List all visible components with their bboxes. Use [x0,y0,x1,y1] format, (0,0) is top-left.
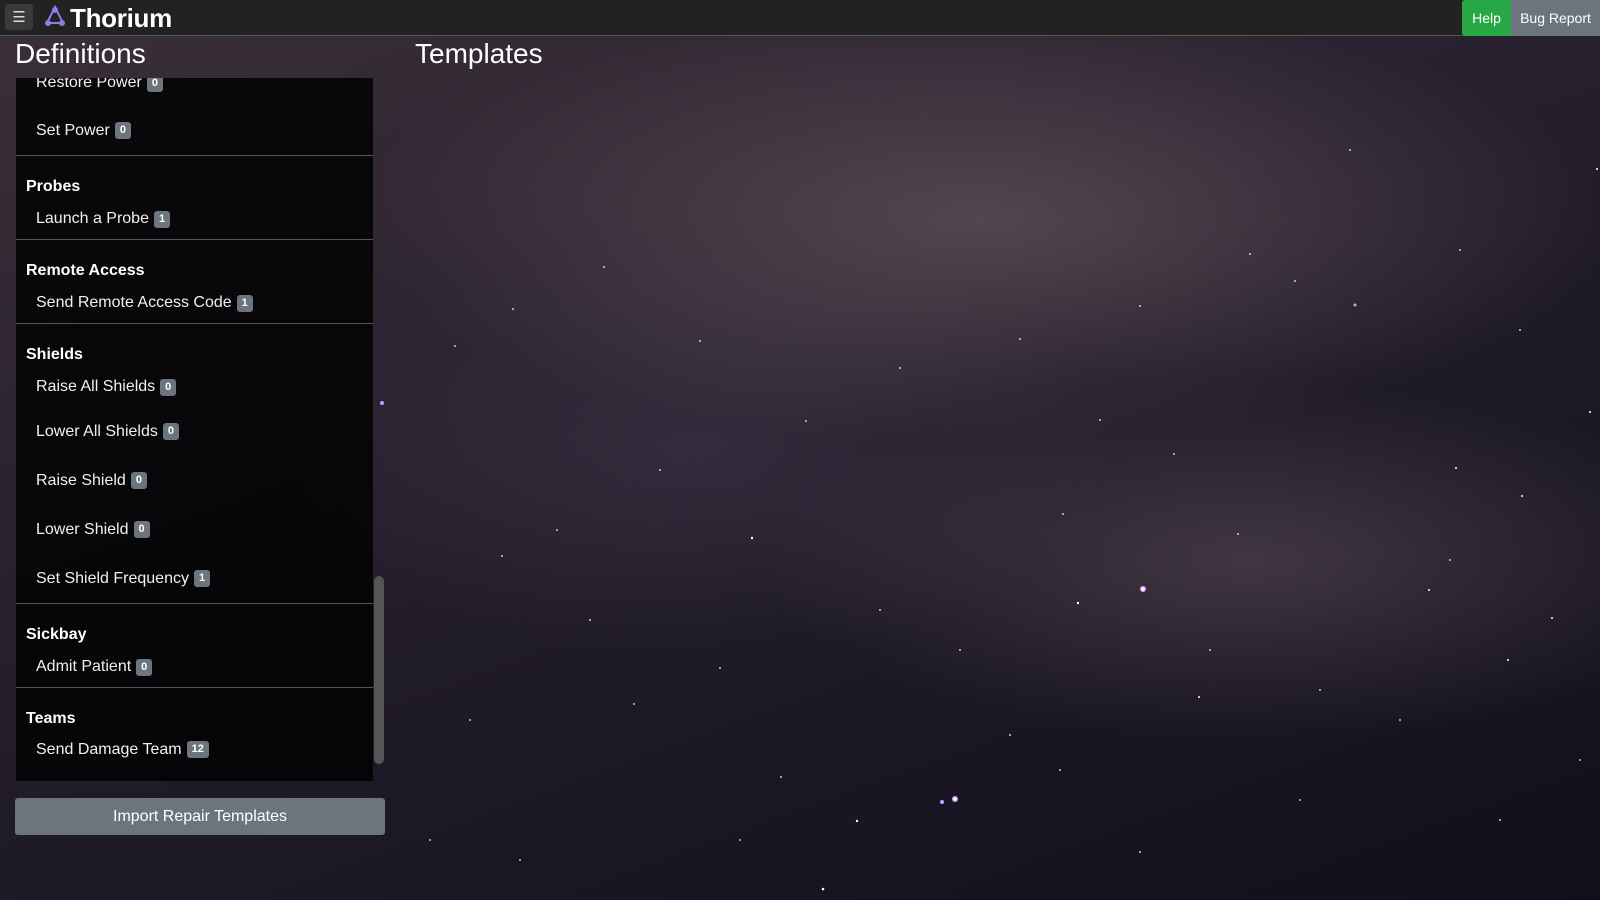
definition-item-label: Raise Shield [36,471,126,489]
help-button[interactable]: Help [1462,0,1511,36]
definition-group: Teams Send Damage Team 12 [16,688,373,781]
definition-group: Remote Access Send Remote Access Code 1 [16,240,373,324]
definition-group: Shields Raise All Shields 0 Lower All Sh… [16,324,373,604]
definition-item[interactable]: Restore Power 0 [16,78,373,106]
list-scrollbar-thumb[interactable] [374,576,384,764]
templates-title: Templates [415,38,543,69]
menu-button[interactable]: ☰ [5,4,33,30]
definition-group: Sickbay Admit Patient 0 [16,604,373,688]
count-badge: 0 [160,378,177,396]
definitions-list[interactable]: Restore Power 0 Set Power 0 Probes Launc… [16,78,373,781]
definition-item[interactable]: Lower Shield 0 [16,505,373,554]
group-header-probes: Probes [26,178,81,195]
definition-item-label: Lower All Shields [36,422,158,440]
bug-report-button[interactable]: Bug Report [1511,0,1600,36]
definition-item-label: Raise All Shields [36,378,156,395]
count-badge: 1 [153,210,171,228]
definition-item[interactable]: Send Damage Team 12 [16,731,373,781]
definition-item[interactable]: Set Power 0 [16,106,373,155]
definition-group: Restore Power 0 Set Power 0 [16,78,373,156]
top-navbar: ☰ Thorium Help Bug Report [0,0,1600,36]
definition-item[interactable]: Raise Shield 0 [16,456,373,505]
count-badge: 12 [186,741,209,758]
import-repair-templates-button[interactable]: Import Repair Templates [15,798,385,835]
definition-item[interactable]: Admit Patient 0 [16,647,373,687]
definition-item[interactable]: Set Shield Frequency 1 [16,554,373,603]
count-badge: 1 [193,570,211,587]
definition-item-label: Restore Power [36,78,142,91]
hamburger-icon: ☰ [12,9,26,26]
definition-item-label: Set Power [36,121,110,139]
definition-item-label: Admit Patient [36,658,132,675]
count-badge: 0 [133,521,150,538]
count-badge: 0 [146,78,163,92]
count-badge: 1 [236,294,253,312]
count-badge: 0 [130,472,147,489]
count-badge: 0 [162,423,179,440]
definition-item-label: Send Damage Team [36,741,182,758]
group-header-sickbay: Sickbay [26,626,87,643]
definition-item-label: Set Shield Frequency [36,569,189,587]
group-header-teams: Teams [26,710,76,727]
brand-name[interactable]: Thorium [70,3,172,34]
definitions-title: Definitions [15,38,146,69]
definition-item-label: Send Remote Access Code [36,294,232,311]
definition-item[interactable]: Lower All Shields 0 [16,407,373,456]
definition-item[interactable]: Raise All Shields 0 [16,367,373,407]
count-badge: 0 [114,122,131,139]
definition-item[interactable]: Send Remote Access Code 1 [16,283,373,323]
group-header-shields: Shields [26,346,83,363]
group-header-remote-access: Remote Access [26,262,145,279]
definition-item-label: Launch a Probe [36,210,149,227]
count-badge: 0 [136,658,153,676]
thorium-logo-icon[interactable] [42,4,68,30]
definition-group: Probes Launch a Probe 1 [16,156,373,240]
definition-item[interactable]: Launch a Probe 1 [16,199,373,239]
definition-item-label: Lower Shield [36,520,129,538]
